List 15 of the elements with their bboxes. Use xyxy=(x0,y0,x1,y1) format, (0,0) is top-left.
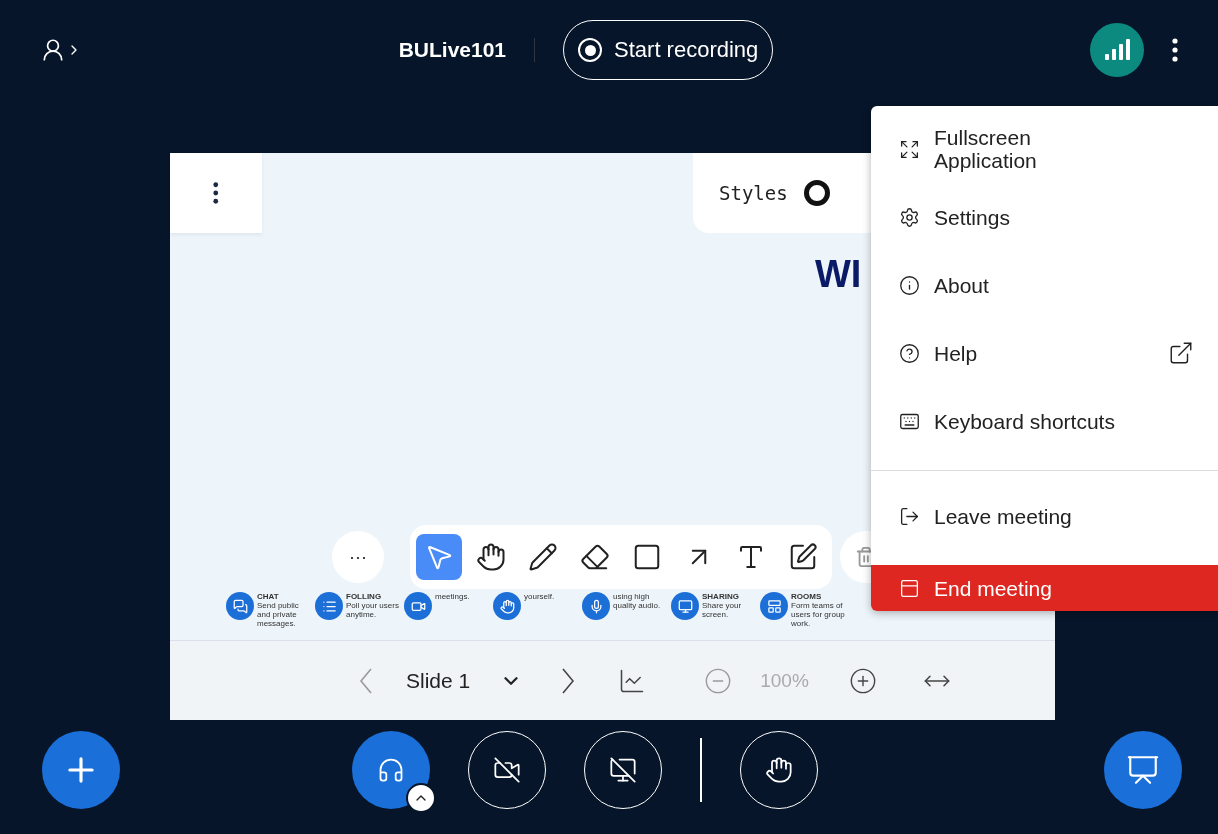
feature-title: ROOMS xyxy=(791,592,823,601)
feature-text: Send public and private messages. xyxy=(257,601,300,628)
feature-title: FOLLING xyxy=(346,592,383,601)
slide-heading: WI xyxy=(815,253,862,296)
feature-title: SHARING xyxy=(702,592,740,601)
zoom-level: 100% xyxy=(760,669,809,692)
feature-text: meetings. xyxy=(435,592,470,601)
styles-label: Styles xyxy=(719,182,788,204)
feature-text: using high quality audio. xyxy=(613,592,662,610)
feature-text: yourself. xyxy=(524,592,555,601)
feature-text: Share your screen. xyxy=(702,601,743,619)
feature-text: Poll your users anytime. xyxy=(346,601,400,619)
meeting-name: BULive101 xyxy=(398,38,536,62)
feature-text: Form teams of users for group work. xyxy=(791,601,846,628)
feature-title: CHAT xyxy=(257,592,280,601)
